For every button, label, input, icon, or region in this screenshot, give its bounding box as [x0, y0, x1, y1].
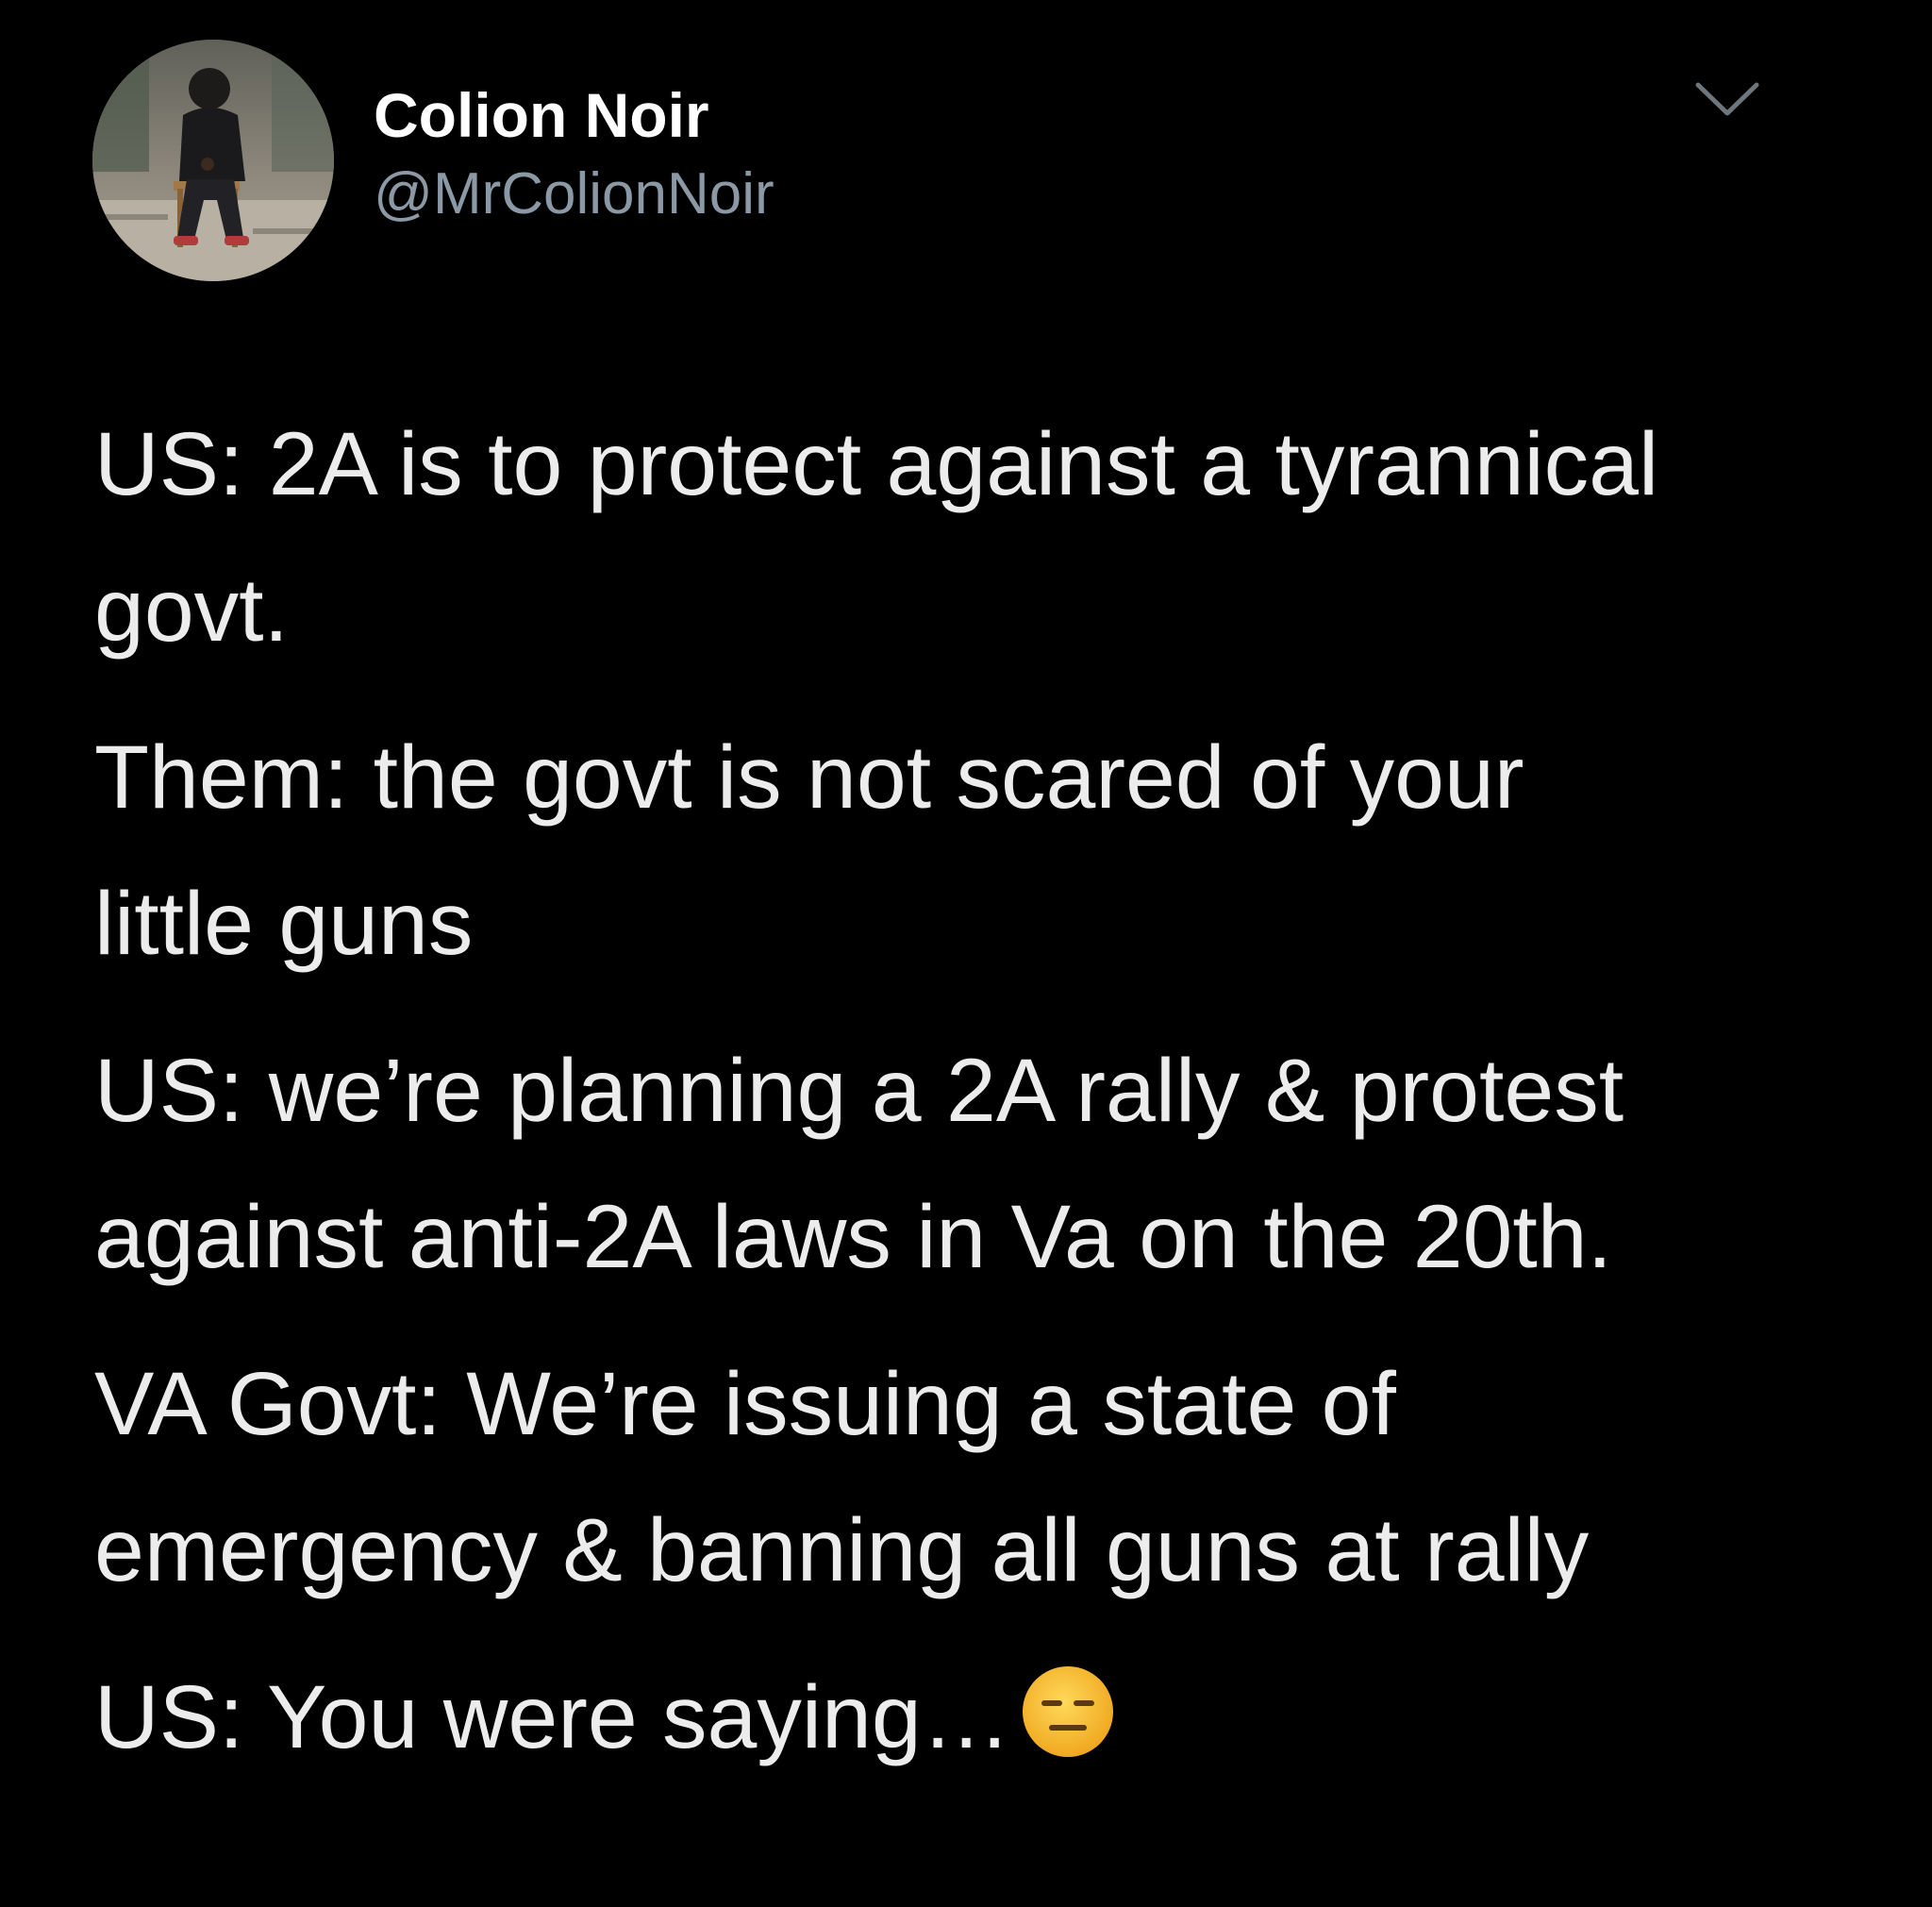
author-display-name[interactable]: Colion Noir	[374, 75, 774, 155]
tweet-text: US: 2A is to protect against a tyrannica…	[94, 392, 1849, 1812]
tweet-paragraph: VA Govt: We’re issuing a state of emerge…	[94, 1331, 1849, 1624]
tweet-card: Colion Noir @MrColionNoir US: 2A is to p…	[0, 0, 1932, 1907]
tweet-line: Them: the govt is not scared of your	[94, 728, 1524, 828]
author-handle[interactable]: @MrColionNoir	[374, 155, 774, 234]
tweet-header: Colion Noir @MrColionNoir	[92, 40, 1847, 285]
avatar-photo	[92, 40, 334, 281]
more-options-button[interactable]	[1685, 59, 1770, 143]
author-names: Colion Noir @MrColionNoir	[374, 75, 774, 234]
tweet-line: govt.	[94, 560, 289, 661]
tweet-line: US: we’re planning a 2A rally & protest	[94, 1041, 1624, 1141]
tweet-paragraph: US: we’re planning a 2A rally & protest …	[94, 1018, 1849, 1311]
tweet-paragraph: US: 2A is to protect against a tyrannica…	[94, 392, 1849, 684]
tweet-line: VA Govt: We’re issuing a state of	[94, 1354, 1396, 1454]
tweet-line: US: 2A is to protect against a tyrannica…	[94, 414, 1659, 514]
tweet-line: US: You were saying…	[94, 1667, 1011, 1767]
chevron-down-icon	[1695, 82, 1759, 116]
avatar[interactable]	[92, 40, 334, 281]
tweet-line: emergency & banning all guns at rally	[94, 1500, 1590, 1600]
tweet-line: against anti-2A laws in Va on the 20th.	[94, 1187, 1613, 1287]
tweet-paragraph: US: You were saying…	[94, 1645, 1849, 1791]
expressionless-face-icon	[1019, 1658, 1117, 1757]
tweet-line: little guns	[94, 874, 474, 974]
tweet-paragraph: Them: the govt is not scared of your lit…	[94, 705, 1849, 997]
